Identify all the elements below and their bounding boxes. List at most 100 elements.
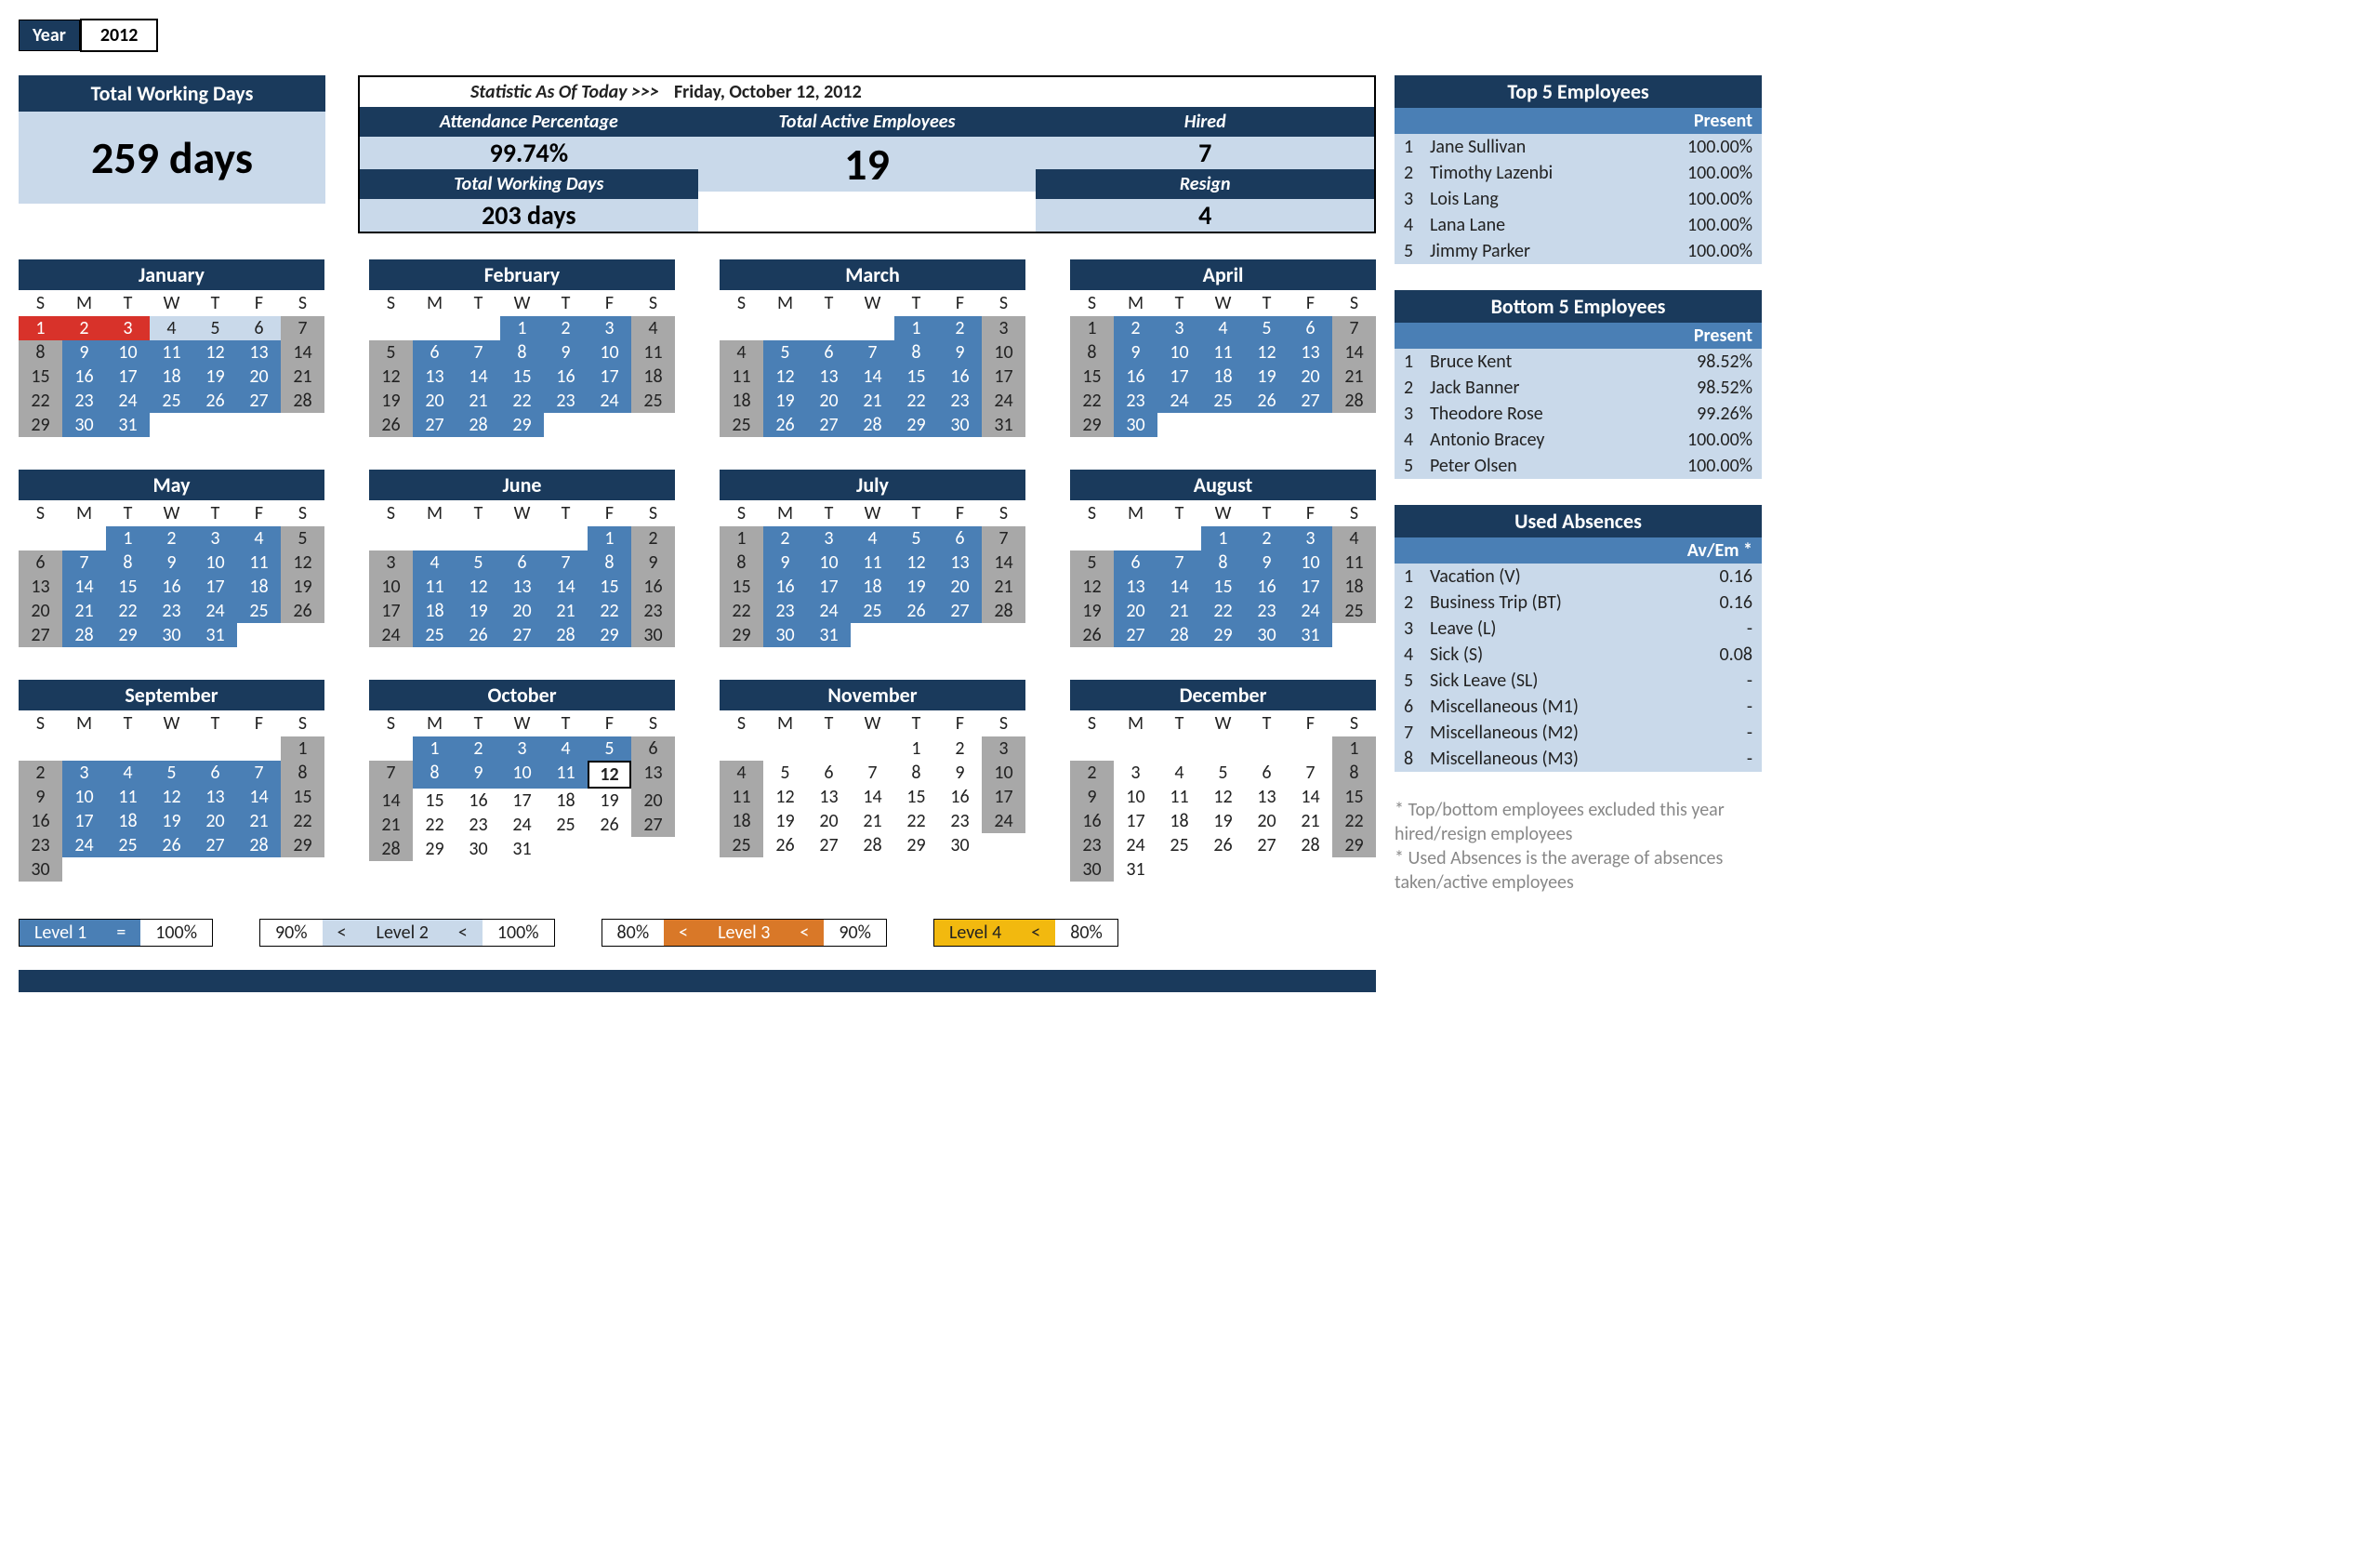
calendar-day[interactable]: 14	[851, 785, 894, 809]
calendar-day[interactable]: 14	[237, 785, 281, 809]
calendar-day[interactable]: 9	[938, 761, 982, 785]
calendar-day[interactable]: 31	[807, 623, 851, 647]
calendar-day[interactable]: 26	[369, 413, 413, 437]
calendar-day[interactable]: 30	[763, 623, 807, 647]
calendar-day[interactable]: 26	[1070, 623, 1114, 647]
calendar-day[interactable]: 24	[807, 599, 851, 623]
calendar-day[interactable]: 11	[544, 761, 588, 789]
calendar-day[interactable]: 23	[938, 809, 982, 833]
calendar-day[interactable]: 1	[1070, 316, 1114, 340]
calendar-day[interactable]: 7	[1289, 761, 1332, 785]
calendar-day[interactable]: 18	[150, 365, 193, 389]
calendar-day[interactable]: 11	[1332, 550, 1376, 575]
calendar-day[interactable]: 11	[851, 550, 894, 575]
calendar-day[interactable]: 7	[982, 526, 1025, 550]
calendar-day[interactable]: 11	[106, 785, 150, 809]
calendar-day[interactable]: 7	[544, 550, 588, 575]
calendar-day[interactable]: 26	[1201, 833, 1245, 857]
calendar-day[interactable]: 15	[19, 365, 62, 389]
calendar-day[interactable]: 13	[807, 365, 851, 389]
calendar-day[interactable]: 18	[851, 575, 894, 599]
calendar-day[interactable]: 23	[1245, 599, 1289, 623]
calendar-day[interactable]: 15	[1332, 785, 1376, 809]
calendar-day[interactable]: 19	[281, 575, 324, 599]
calendar-day[interactable]: 2	[150, 526, 193, 550]
calendar-day[interactable]: 18	[631, 365, 675, 389]
calendar-day[interactable]: 16	[631, 575, 675, 599]
calendar-day[interactable]: 24	[982, 809, 1025, 833]
calendar-day[interactable]: 23	[763, 599, 807, 623]
calendar-day[interactable]: 15	[413, 789, 456, 813]
calendar-day[interactable]: 2	[763, 526, 807, 550]
calendar-day[interactable]: 8	[106, 550, 150, 575]
calendar-day[interactable]: 27	[807, 833, 851, 857]
calendar-day[interactable]: 4	[106, 761, 150, 785]
calendar-day[interactable]: 10	[193, 550, 237, 575]
calendar-day[interactable]: 2	[1114, 316, 1157, 340]
calendar-day[interactable]: 1	[588, 526, 631, 550]
calendar-day[interactable]: 20	[237, 365, 281, 389]
calendar-day[interactable]: 14	[62, 575, 106, 599]
calendar-day[interactable]: 18	[1201, 365, 1245, 389]
calendar-day[interactable]: 5	[193, 316, 237, 340]
calendar-day[interactable]: 13	[807, 785, 851, 809]
calendar-day[interactable]: 2	[1245, 526, 1289, 550]
calendar-day[interactable]: 29	[720, 623, 763, 647]
calendar-day[interactable]: 5	[588, 736, 631, 761]
calendar-day[interactable]: 27	[500, 623, 544, 647]
calendar-day[interactable]: 2	[62, 316, 106, 340]
calendar-day[interactable]: 27	[1289, 389, 1332, 413]
calendar-day[interactable]: 6	[193, 761, 237, 785]
calendar-day[interactable]: 7	[369, 761, 413, 789]
calendar-day[interactable]: 9	[544, 340, 588, 365]
calendar-day[interactable]: 2	[631, 526, 675, 550]
calendar-day[interactable]: 6	[807, 340, 851, 365]
calendar-day[interactable]: 30	[1070, 857, 1114, 882]
calendar-day[interactable]: 2	[938, 316, 982, 340]
calendar-day[interactable]: 11	[1201, 340, 1245, 365]
calendar-day[interactable]: 3	[193, 526, 237, 550]
calendar-day[interactable]: 12	[1245, 340, 1289, 365]
calendar-day[interactable]: 10	[1289, 550, 1332, 575]
calendar-day[interactable]: 4	[631, 316, 675, 340]
calendar-day[interactable]: 1	[281, 736, 324, 761]
calendar-day[interactable]: 19	[894, 575, 938, 599]
calendar-day[interactable]: 31	[500, 837, 544, 861]
calendar-day[interactable]: 24	[369, 623, 413, 647]
calendar-day[interactable]: 19	[1201, 809, 1245, 833]
calendar-day[interactable]: 24	[982, 389, 1025, 413]
calendar-day[interactable]: 1	[19, 316, 62, 340]
calendar-day[interactable]: 30	[62, 413, 106, 437]
calendar-day[interactable]: 15	[106, 575, 150, 599]
calendar-day[interactable]: 16	[763, 575, 807, 599]
calendar-day[interactable]: 21	[544, 599, 588, 623]
calendar-day[interactable]: 23	[938, 389, 982, 413]
calendar-day[interactable]: 10	[106, 340, 150, 365]
calendar-day[interactable]: 14	[456, 365, 500, 389]
calendar-day[interactable]: 21	[1157, 599, 1201, 623]
calendar-day[interactable]: 5	[456, 550, 500, 575]
calendar-day[interactable]: 20	[19, 599, 62, 623]
calendar-day[interactable]: 17	[1114, 809, 1157, 833]
calendar-day[interactable]: 27	[193, 833, 237, 857]
calendar-day[interactable]: 15	[720, 575, 763, 599]
calendar-day[interactable]: 3	[1114, 761, 1157, 785]
calendar-day[interactable]: 29	[894, 413, 938, 437]
calendar-day[interactable]: 8	[1201, 550, 1245, 575]
calendar-day[interactable]: 12	[1201, 785, 1245, 809]
calendar-day[interactable]: 27	[631, 813, 675, 837]
calendar-day[interactable]: 26	[588, 813, 631, 837]
calendar-day[interactable]: 1	[894, 316, 938, 340]
calendar-day[interactable]: 17	[1157, 365, 1201, 389]
calendar-day[interactable]: 21	[851, 809, 894, 833]
calendar-day[interactable]: 4	[1332, 526, 1376, 550]
calendar-day[interactable]: 2	[19, 761, 62, 785]
calendar-day[interactable]: 30	[631, 623, 675, 647]
calendar-day[interactable]: 29	[106, 623, 150, 647]
calendar-day[interactable]: 4	[1201, 316, 1245, 340]
calendar-day[interactable]: 8	[19, 340, 62, 365]
calendar-day[interactable]: 15	[1070, 365, 1114, 389]
calendar-day[interactable]: 18	[720, 809, 763, 833]
calendar-day[interactable]: 30	[456, 837, 500, 861]
calendar-day[interactable]: 3	[500, 736, 544, 761]
